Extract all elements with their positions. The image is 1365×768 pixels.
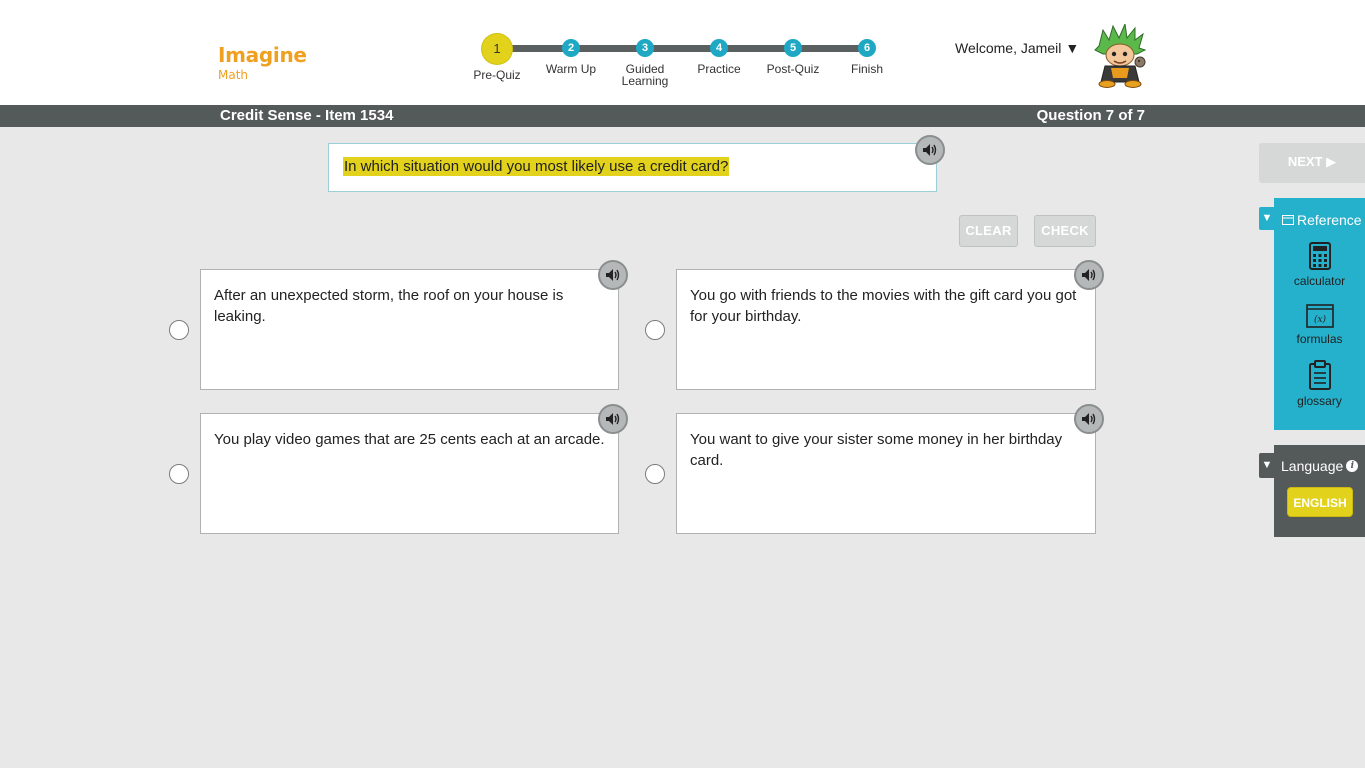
step-number: 3 [636, 39, 654, 57]
answer-text: You want to give your sister some money … [690, 431, 1063, 469]
reference-header[interactable]: Reference [1282, 212, 1362, 228]
reference-formulas[interactable]: (x) formulas [1274, 304, 1365, 346]
lesson-title-bar: Credit Sense - Item 1534 Question 7 of 7 [0, 105, 1365, 127]
step-label: Finish [850, 62, 883, 76]
speaker-icon [923, 144, 937, 156]
step-label: Practice [697, 62, 741, 76]
glossary-icon [1308, 360, 1331, 390]
window-icon [1282, 215, 1294, 225]
answer-option-3[interactable]: You play video games that are 25 cents e… [200, 413, 619, 534]
answer-radio-1[interactable] [169, 320, 189, 340]
step-label: Pre-Quiz [473, 68, 521, 82]
answer-option-4[interactable]: You want to give your sister some money … [676, 413, 1096, 534]
answer-radio-4[interactable] [645, 464, 665, 484]
lesson-title: Credit Sense - Item 1534 [220, 107, 394, 124]
welcome-text: Welcome, Jameil [955, 40, 1062, 56]
reference-title: Reference [1297, 212, 1362, 228]
step-number: 6 [858, 39, 876, 57]
reference-calculator[interactable]: calculator [1274, 242, 1365, 288]
svg-text:(x): (x) [1313, 314, 1326, 325]
step-number: 5 [784, 39, 802, 57]
reference-item-label: glossary [1297, 394, 1342, 408]
logo-sub: Math [218, 68, 249, 82]
check-button[interactable]: CHECK [1034, 215, 1096, 247]
logo-main: Imagine [218, 43, 307, 67]
calculator-icon [1308, 242, 1331, 270]
speaker-icon [606, 413, 620, 425]
answer-option-1[interactable]: After an unexpected storm, the roof on y… [200, 269, 619, 390]
formulas-icon: (x) [1305, 304, 1334, 328]
answer-text: After an unexpected storm, the roof on y… [214, 287, 564, 325]
answer-3-audio-button[interactable] [598, 404, 628, 434]
answer-1-audio-button[interactable] [598, 260, 628, 290]
progress-track [497, 45, 868, 52]
answer-2-audio-button[interactable] [1074, 260, 1104, 290]
step-label: Warm Up [545, 62, 597, 76]
question-counter: Question 7 of 7 [1036, 107, 1145, 124]
step-label: Guided Learning [621, 62, 669, 88]
reference-item-label: formulas [1296, 332, 1343, 346]
question-box: In which situation would you most likely… [328, 143, 937, 192]
step-number: 2 [562, 39, 580, 57]
language-title: Language [1281, 458, 1344, 474]
step-number: 1 [482, 34, 512, 64]
reference-panel: Reference calculator (x) formulas glossa… [1274, 198, 1365, 430]
header: Imagine Math 1 Pre-Quiz 2 Warm Up 3 Guid… [0, 0, 1365, 105]
user-menu[interactable]: Welcome, Jameil ▼ [955, 40, 1079, 56]
answer-option-2[interactable]: You go with friends to the movies with t… [676, 269, 1096, 390]
answer-radio-3[interactable] [169, 464, 189, 484]
answer-text: You go with friends to the movies with t… [690, 287, 1077, 325]
answer-radio-2[interactable] [645, 320, 665, 340]
info-icon[interactable]: i [1346, 460, 1359, 472]
reference-item-label: calculator [1293, 274, 1346, 288]
step-label: Post-Quiz [766, 62, 820, 76]
language-toggle[interactable]: ▼ [1259, 453, 1275, 478]
answer-4-audio-button[interactable] [1074, 404, 1104, 434]
speaker-icon [1082, 413, 1096, 425]
language-english-button[interactable]: ENGLISH [1287, 487, 1353, 517]
language-panel: Language i ENGLISH [1274, 445, 1365, 537]
next-button[interactable]: NEXT ▶ [1259, 143, 1365, 183]
avatar[interactable] [1093, 24, 1147, 88]
reference-toggle[interactable]: ▼ [1259, 207, 1275, 230]
clear-button[interactable]: CLEAR [959, 215, 1018, 247]
answer-text: You play video games that are 25 cents e… [214, 431, 605, 448]
app-logo: Imagine Math [218, 44, 307, 82]
language-header: Language i [1281, 458, 1359, 474]
caret-down-icon: ▼ [1065, 40, 1080, 56]
question-text: In which situation would you most likely… [343, 157, 730, 176]
reference-glossary[interactable]: glossary [1274, 360, 1365, 408]
speaker-icon [1082, 269, 1096, 281]
step-number: 4 [710, 39, 728, 57]
question-audio-button[interactable] [915, 135, 945, 165]
speaker-icon [606, 269, 620, 281]
